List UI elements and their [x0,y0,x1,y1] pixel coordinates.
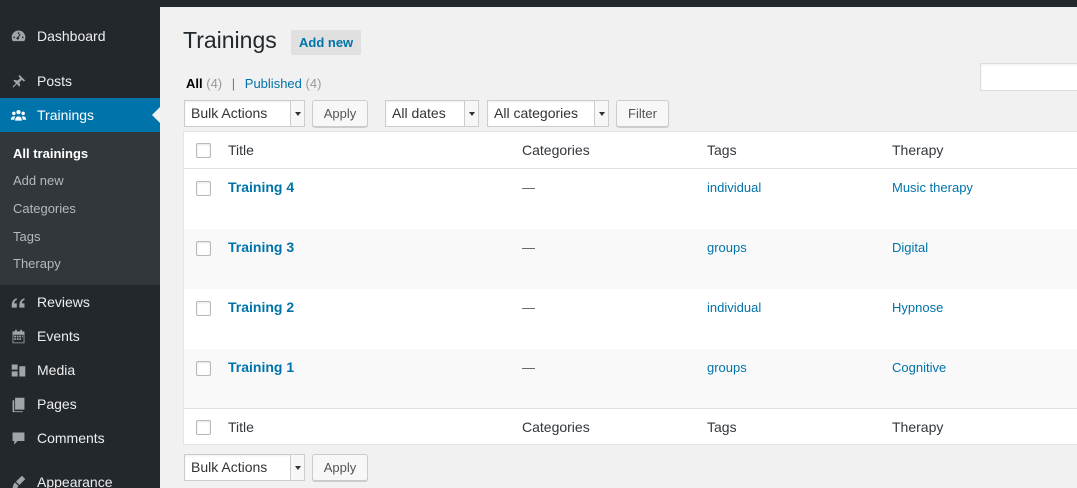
row-tags-link[interactable]: individual [707,300,761,315]
search-input[interactable] [980,63,1077,91]
table-row: Training 2 — individual Hypnose [184,289,1077,349]
filter-button[interactable]: Filter [616,100,669,127]
dashboard-icon [0,28,36,45]
submenu-categories[interactable]: Categories [13,201,76,216]
dates-select[interactable]: All dates [385,100,479,127]
apply-button-bottom[interactable]: Apply [312,454,368,481]
row-categories: — [522,180,535,195]
row-tags-link[interactable]: groups [707,360,747,375]
menu-item-posts[interactable]: Posts [0,64,160,98]
menu-item-pages[interactable]: Pages [0,387,160,421]
status-filter-links: All (4) | Published (4) [186,76,321,91]
column-tags: Tags [707,419,737,435]
menu-label: Posts [37,73,73,89]
table-footer: Title Categories Tags Therapy [184,408,1077,445]
menu-label: Pages [37,396,77,412]
menu-label: Trainings [37,107,95,123]
column-categories: Categories [522,142,590,158]
menu-label: Comments [37,430,105,446]
row-title-link[interactable]: Training 4 [228,179,294,195]
trainings-submenu: All trainings Add new Categories Tags Th… [0,132,160,285]
row-therapy-link[interactable]: Digital [892,240,928,255]
pin-icon [0,73,36,90]
table-header: Title Categories Tags Therapy [184,132,1077,169]
row-categories: — [522,300,535,315]
select-all-checkbox[interactable] [196,420,211,435]
brush-icon [0,474,36,488]
row-title-link[interactable]: Training 3 [228,239,294,255]
submenu-all-trainings[interactable]: All trainings [13,146,88,161]
menu-label: Reviews [37,294,90,310]
row-categories: — [522,240,535,255]
chevron-down-icon [464,101,478,126]
menu-label: Dashboard [37,28,106,44]
menu-label: Media [37,362,76,378]
admin-sidebar: Dashboard Posts Trainings All trainings … [0,0,160,488]
row-checkbox[interactable] [196,181,211,196]
admin-top-bar [0,0,1077,7]
column-therapy: Therapy [892,142,944,158]
quote-icon [0,294,36,311]
categories-value: All categories [494,105,579,121]
row-categories: — [522,360,535,375]
column-categories: Categories [522,419,590,435]
menu-label: Appearance [37,474,113,488]
menu-item-dashboard[interactable]: Dashboard [0,19,160,53]
apply-button[interactable]: Apply [312,100,368,127]
chevron-down-icon [594,101,608,126]
groups-icon [0,107,36,124]
row-checkbox[interactable] [196,301,211,316]
table-row: Training 4 — individual Music therapy [184,169,1077,229]
trainings-table: Title Categories Tags Therapy Training 4… [183,131,1077,445]
filter-separator: | [231,76,236,91]
menu-item-trainings[interactable]: Trainings [0,98,160,132]
calendar-icon [0,328,36,345]
column-tags: Tags [707,142,737,158]
bulk-actions-value: Bulk Actions [191,459,268,475]
submenu-add-new[interactable]: Add new [13,173,64,188]
table-row: Training 1 — groups Cognitive [184,349,1077,409]
menu-item-reviews[interactable]: Reviews [0,285,160,319]
categories-select[interactable]: All categories [487,100,609,127]
column-title[interactable]: Title [228,419,254,435]
row-therapy-link[interactable]: Music therapy [892,180,973,195]
filter-published-link[interactable]: Published [245,76,302,91]
row-checkbox[interactable] [196,361,211,376]
bulk-actions-select[interactable]: Bulk Actions [184,100,305,127]
select-all-checkbox[interactable] [196,143,211,158]
bulk-actions-select-bottom[interactable]: Bulk Actions [184,454,305,481]
chevron-down-icon [290,101,304,126]
column-therapy: Therapy [892,419,944,435]
menu-item-appearance[interactable]: Appearance [0,465,160,488]
table-row: Training 3 — groups Digital [184,229,1077,289]
submenu-therapy[interactable]: Therapy [13,256,61,271]
page-title: Trainings [183,27,277,53]
row-therapy-link[interactable]: Cognitive [892,360,946,375]
pages-icon [0,396,36,413]
row-title-link[interactable]: Training 1 [228,359,294,375]
chevron-down-icon [290,455,304,480]
row-tags-link[interactable]: groups [707,240,747,255]
dates-value: All dates [392,105,446,121]
row-checkbox[interactable] [196,241,211,256]
menu-item-media[interactable]: Media [0,353,160,387]
menu-item-events[interactable]: Events [0,319,160,353]
comment-bubble-icon [0,430,36,447]
menu-item-comments[interactable]: Comments [0,421,160,455]
filter-all-link[interactable]: All [186,76,203,91]
media-icon [0,362,36,379]
row-title-link[interactable]: Training 2 [228,299,294,315]
bulk-actions-value: Bulk Actions [191,105,268,121]
submenu-tags[interactable]: Tags [13,229,40,244]
filter-all-count: (4) [206,76,223,91]
row-tags-link[interactable]: individual [707,180,761,195]
filter-published-count: (4) [305,76,322,91]
column-title[interactable]: Title [228,142,254,158]
menu-label: Events [37,328,80,344]
row-therapy-link[interactable]: Hypnose [892,300,943,315]
add-new-button[interactable]: Add new [291,30,362,55]
